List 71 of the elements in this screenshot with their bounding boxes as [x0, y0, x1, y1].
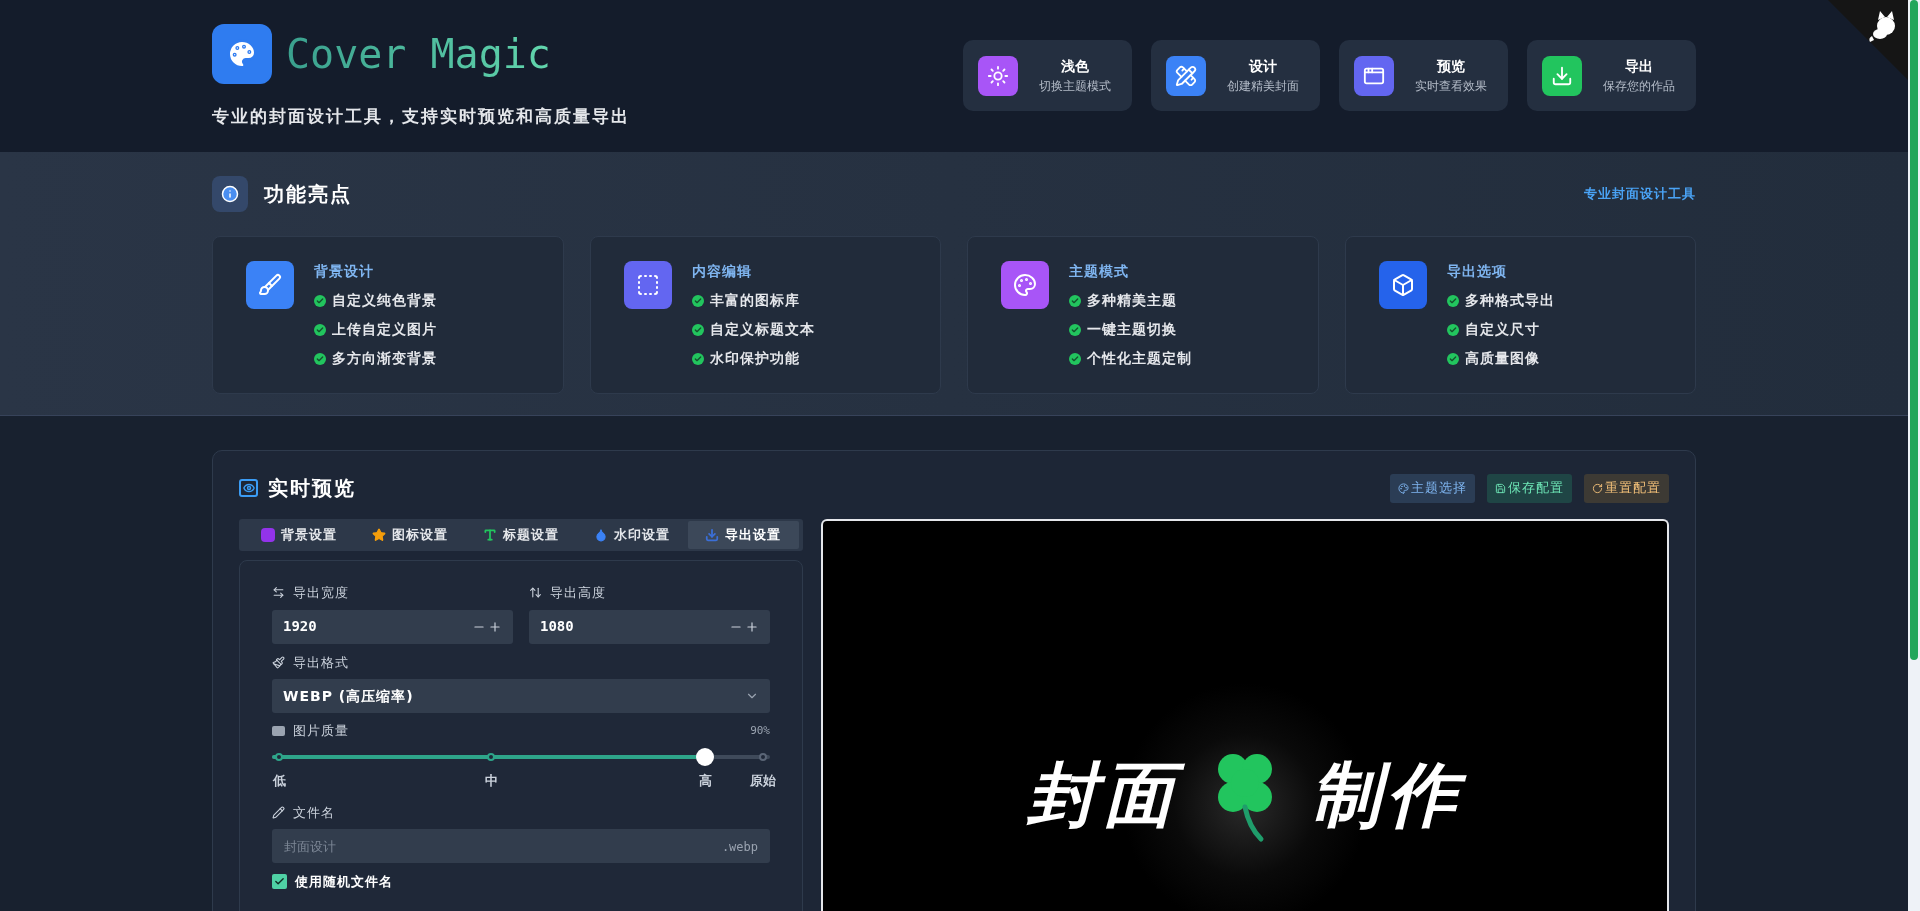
droplet-icon: [594, 528, 609, 542]
toolbar-button[interactable]: 保存配置: [1487, 473, 1572, 503]
settings-tab[interactable]: 水印设置: [576, 521, 688, 549]
horizontal-arrows-icon: [272, 586, 285, 600]
header-action-button[interactable]: 浅色 切换主题模式: [963, 40, 1132, 111]
settings-tab[interactable]: 标题设置: [465, 521, 577, 549]
header-action-button[interactable]: 预览 实时查看效果: [1339, 40, 1508, 111]
feature-title: 导出选项: [1446, 262, 1508, 281]
feature-item: 水印保护功能: [709, 349, 800, 368]
field-label: 导出高度: [550, 584, 606, 602]
feature-item: 高质量图像: [1464, 349, 1540, 368]
header-action-button[interactable]: 导出 保存您的作品: [1527, 40, 1696, 111]
feature-title: 主题模式: [1069, 262, 1130, 281]
slider-tick-label: 高: [698, 771, 712, 790]
star-icon: [371, 528, 386, 542]
palette-logo-icon: [212, 24, 272, 84]
slider-tick-label: 中: [484, 771, 498, 790]
hq-icon: [272, 725, 285, 736]
pencil-icon: [272, 805, 285, 819]
feature-item: 一键主题切换: [1087, 320, 1177, 339]
settings-tab[interactable]: 背景设置: [243, 521, 355, 549]
checkbox-label: 使用随机文件名: [295, 873, 393, 891]
toolbar-button[interactable]: 重置配置: [1584, 473, 1669, 503]
file-extension: .webp: [721, 839, 758, 856]
toolbar-button[interactable]: 主题选择: [1390, 473, 1475, 503]
cover-title: 制作: [1297, 749, 1477, 841]
slider-tick-label: 低: [272, 771, 286, 790]
slider-stop: [758, 752, 767, 761]
field-label: 导出格式: [293, 653, 349, 672]
checkbox[interactable]: [272, 874, 287, 890]
settings-tab[interactable]: 图标设置: [354, 521, 466, 549]
slider-thumb[interactable]: [696, 747, 715, 766]
feature-item: 自定义纯色背景: [332, 291, 437, 310]
cover-title: 封面: [1013, 749, 1193, 841]
info-icon: [212, 176, 248, 212]
increment-icon[interactable]: [745, 619, 759, 634]
feature-item: 自定义标题文本: [709, 320, 815, 339]
format-select[interactable]: WEBP (高压缩率): [272, 679, 770, 713]
reset-icon: [1592, 482, 1603, 494]
feature-title: 内容编辑: [691, 262, 753, 281]
field-label: 图片质量: [293, 722, 349, 740]
feature-item: 多方向渐变背景: [332, 349, 437, 368]
eye-icon: [239, 479, 258, 497]
feature-item: 自定义尺寸: [1464, 320, 1540, 339]
save-icon: [1495, 482, 1506, 494]
slider-stop: [487, 752, 496, 761]
section-title: 功能亮点: [264, 181, 352, 208]
field-label: 导出宽度: [293, 584, 349, 602]
feature-item: 多种格式导出: [1464, 291, 1555, 310]
increment-icon[interactable]: [488, 619, 502, 634]
scrollbar-thumb[interactable]: [1910, 0, 1918, 660]
app-subtitle: 专业的封面设计工具，支持实时预览和高质量导出: [212, 105, 630, 128]
header-action-button[interactable]: 设计 创建精美封面: [1151, 40, 1320, 111]
slider-stop: [275, 752, 284, 761]
number-field[interactable]: 1920: [272, 609, 513, 644]
slider-tick-label: 原始: [749, 771, 776, 790]
feature-title: 背景设计: [314, 262, 375, 281]
field-label: 文件名: [293, 803, 335, 822]
text-icon: [483, 528, 497, 542]
feature-item: 丰富的图标库: [709, 291, 800, 310]
vertical-arrows-icon: [529, 586, 542, 600]
quality-reading: 90%: [750, 722, 770, 739]
settings-tab[interactable]: 导出设置: [687, 521, 799, 549]
feature-item: 上传自定义图片: [332, 320, 437, 339]
feature-item: 多种精美主题: [1087, 291, 1177, 310]
section-link[interactable]: 专业封面设计工具: [1584, 184, 1696, 204]
number-field[interactable]: 1080: [529, 609, 770, 644]
palette-icon: [1398, 482, 1409, 494]
panel-title: 实时预览: [268, 475, 356, 502]
download-icon: [705, 528, 720, 542]
feature-item: 个性化主题定制: [1087, 349, 1192, 368]
